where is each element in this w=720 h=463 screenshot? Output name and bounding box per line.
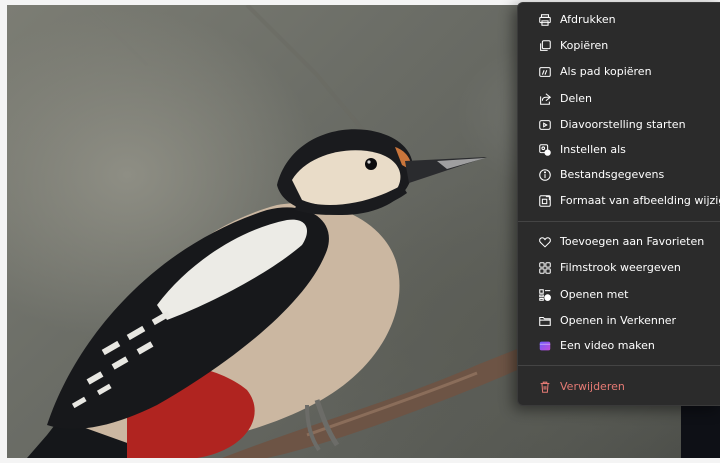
menu-item-print[interactable]: Afdrukken — [518, 8, 720, 32]
menu-item-label: Bestandsgegevens — [560, 168, 665, 181]
menu-item-label: Diavoorstelling starten — [560, 118, 686, 131]
video-editor-icon — [537, 338, 553, 354]
menu-item-open-with[interactable]: Openen met — [518, 283, 720, 307]
menu-separator — [518, 221, 720, 222]
menu-item-file-info[interactable]: Bestandsgegevens — [518, 163, 720, 187]
resize-icon — [537, 193, 553, 209]
menu-item-label: Formaat van afbeelding wijzigen — [560, 194, 720, 207]
menu-item-copy[interactable]: Kopiëren — [518, 34, 720, 58]
copy-icon — [537, 38, 553, 54]
trash-icon — [537, 379, 553, 395]
open-with-icon — [537, 287, 553, 303]
menu-item-open-in-explorer[interactable]: Openen in Verkenner — [518, 309, 720, 333]
share-icon — [537, 91, 553, 107]
info-icon — [537, 167, 553, 183]
menu-item-label: Afdrukken — [560, 13, 616, 26]
menu-item-label: Delen — [560, 92, 593, 105]
menu-item-label: Openen met — [560, 288, 629, 301]
heart-icon — [537, 234, 553, 250]
menu-item-label: Als pad kopiëren — [560, 65, 652, 78]
menu-item-label: Filmstrook weergeven — [560, 261, 681, 274]
menu-item-set-as[interactable]: Instellen als — [518, 138, 720, 162]
menu-item-slideshow[interactable]: Diavoorstelling starten — [518, 113, 720, 137]
menu-item-delete[interactable]: Verwijderen — [518, 375, 720, 399]
menu-item-label: Instellen als — [560, 143, 626, 156]
menu-item-share[interactable]: Delen — [518, 87, 720, 111]
set-as-icon — [537, 142, 553, 158]
folder-icon — [537, 313, 553, 329]
menu-item-label: Een video maken — [560, 339, 655, 352]
context-menu: Afdrukken Kopiëren Als pad kopiëren Dele… — [517, 2, 720, 406]
menu-item-make-video[interactable]: Een video maken — [518, 334, 720, 358]
menu-item-show-filmstrip[interactable]: Filmstrook weergeven — [518, 256, 720, 280]
menu-separator — [518, 365, 720, 366]
menu-item-label: Verwijderen — [560, 380, 625, 393]
printer-icon — [537, 12, 553, 28]
menu-item-resize-image[interactable]: Formaat van afbeelding wijzigen — [518, 189, 720, 213]
menu-item-copy-as-path[interactable]: Als pad kopiëren — [518, 60, 720, 84]
menu-item-label: Openen in Verkenner — [560, 314, 677, 327]
copy-path-icon — [537, 64, 553, 80]
menu-item-label: Toevoegen aan Favorieten — [560, 235, 705, 248]
menu-item-add-favorites[interactable]: Toevoegen aan Favorieten — [518, 230, 720, 254]
slideshow-icon — [537, 117, 553, 133]
menu-item-label: Kopiëren — [560, 39, 609, 52]
filmstrip-icon — [537, 260, 553, 276]
